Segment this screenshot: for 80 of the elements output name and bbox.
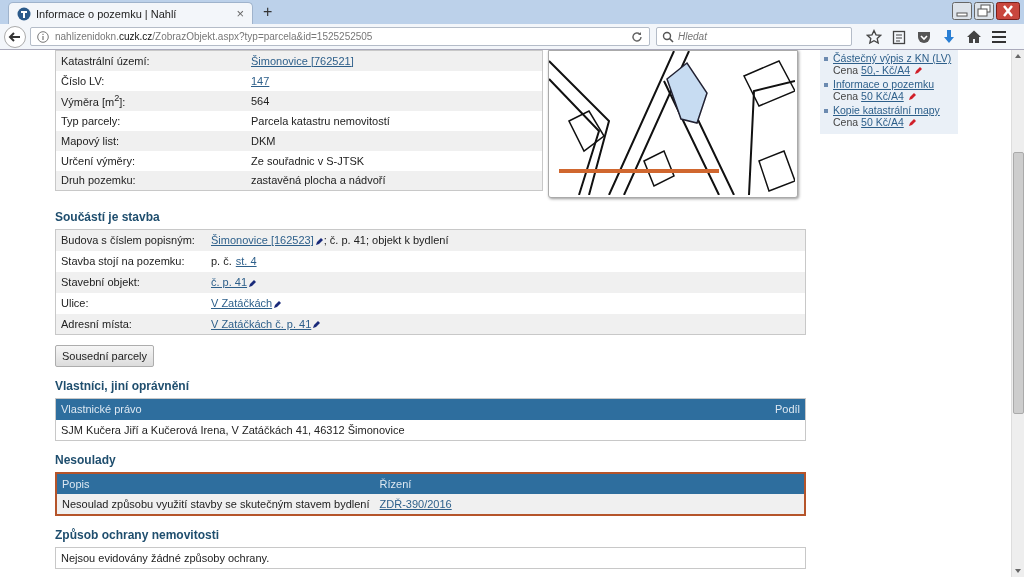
new-tab-button[interactable]: + — [263, 3, 273, 21]
product-link[interactable]: Kopie katastrální mapy — [833, 104, 940, 116]
field-value: 564 — [251, 94, 270, 107]
home-icon[interactable] — [966, 28, 982, 45]
minimize-icon[interactable] — [952, 2, 972, 20]
section-heading: Nesoulady — [55, 453, 117, 467]
field-label: Druh pozemku: — [61, 174, 136, 187]
pencil-icon — [273, 299, 283, 309]
price-label: Cena — [833, 90, 859, 102]
field-label: Typ parcely: — [61, 114, 121, 127]
field-label: Budova s číslem popisným: — [61, 234, 195, 247]
back-icon[interactable] — [4, 25, 26, 48]
field-label: Výměra [m$^{2}$]: — [61, 95, 126, 108]
column-header: Řízení — [374, 473, 805, 494]
table-cell: Nesoulad způsobu využití stavby se skutečným stavem bydlení — [56, 494, 375, 515]
column-header: Popis — [56, 473, 375, 494]
bullet-icon — [824, 83, 828, 87]
field-value: Parcela katastru nemovitostí — [251, 114, 390, 127]
browser-tab[interactable]: Informace o pozemku | Nahlí × — [8, 2, 253, 24]
field-value: ; č. p. 41; objekt k bydlení — [323, 234, 449, 247]
column-header: Vlastnické právo — [55, 398, 737, 420]
field-label: Stavba stojí na pozemku: — [61, 255, 185, 267]
pencil-icon — [248, 278, 258, 288]
pencil-icon — [314, 236, 324, 246]
field-link[interactable]: st. 4 — [235, 255, 257, 267]
tab-title: Informace o pozemku | Nahlí — [36, 7, 178, 20]
section-heading: Součástí je stavba — [55, 210, 161, 224]
pencil-icon — [907, 91, 917, 101]
price-link[interactable]: 50,- Kč/A4 — [861, 64, 911, 76]
reading-list-icon[interactable] — [891, 28, 907, 45]
section-heading: Způsob ochrany nemovitosti — [55, 528, 220, 542]
field-value: zastavěná plocha a nádvoří — [251, 174, 386, 187]
field-label: Adresní místa: — [61, 317, 132, 330]
field-label: Stavební objekt: — [61, 276, 140, 288]
price-link[interactable]: 50 Kč/A4 — [861, 90, 904, 102]
logo-icon — [17, 6, 31, 21]
restore-icon[interactable] — [974, 2, 994, 20]
field-link[interactable]: V Zatáčkách — [211, 297, 283, 309]
info-text: Nejsou evidovány žádné způsoby ochrany. — [61, 552, 270, 564]
reload-icon[interactable] — [631, 30, 643, 43]
product-link[interactable]: Informace o pozemku — [833, 78, 934, 90]
bookmark-star-icon[interactable] — [866, 28, 882, 45]
info-icon — [37, 30, 49, 43]
search-field[interactable]: Hledat — [656, 27, 852, 46]
table-cell: SJM Kučera Jiří a Kučerová Irena, V Zatáčkách 41, 46312 Šimonovice — [55, 419, 737, 441]
field-value: Ze souřadnic v S-JTSK — [251, 154, 365, 167]
product-link[interactable]: Částečný výpis z KN (LV) — [833, 52, 952, 64]
pencil-icon — [914, 65, 924, 75]
bullet-icon — [824, 57, 828, 61]
section-heading: Vlastníci, jiní oprávnění — [55, 379, 191, 393]
field-label: Mapový list: — [61, 134, 120, 147]
neighbours-button[interactable]: Sousední parcely — [55, 345, 154, 367]
pencil-icon — [312, 320, 322, 330]
field-label: Určení výměry: — [61, 154, 135, 167]
field-link[interactable]: 147 — [251, 74, 270, 87]
field-link[interactable]: V Zatáčkách č. p. 41 — [211, 317, 322, 330]
scrollbar-thumb[interactable] — [1012, 152, 1024, 414]
address-bar[interactable]: nahlizenidokn.cuzk.cz/ZobrazObjekt.aspx?typ=parcela&id=1525252505 — [30, 27, 650, 46]
field-link[interactable]: Šimonovice [162523] — [211, 234, 324, 247]
scrollbar[interactable] — [1011, 50, 1024, 577]
field-label: Katastrální území: — [61, 54, 150, 67]
search-icon — [662, 30, 674, 43]
field-link[interactable]: č. p. 41 — [211, 276, 258, 288]
field-value: p. č. — [211, 255, 232, 267]
proceeding-link[interactable]: ZDŘ-390/2016 — [379, 498, 452, 510]
bullet-icon — [824, 109, 828, 113]
price-link[interactable]: 50 Kč/A4 — [861, 116, 904, 128]
menu-icon[interactable] — [991, 28, 1007, 45]
price-label: Cena — [833, 116, 859, 128]
field-link[interactable]: Šimonovice [762521] — [251, 54, 354, 67]
field-label: Číslo LV: — [61, 74, 105, 87]
download-icon[interactable] — [941, 28, 957, 45]
field-label: Ulice: — [61, 297, 89, 309]
field-value: DKM — [251, 134, 276, 147]
pencil-icon — [907, 117, 917, 127]
url-text: nahlizenidokn.cuzk.cz/ZobrazObjekt.aspx?typ=parcela&id=1525252505 — [55, 31, 374, 42]
close-tab-button[interactable]: × — [236, 6, 244, 21]
column-header: Podíl — [737, 398, 806, 420]
price-label: Cena — [833, 64, 859, 76]
close-icon[interactable] — [996, 2, 1020, 20]
